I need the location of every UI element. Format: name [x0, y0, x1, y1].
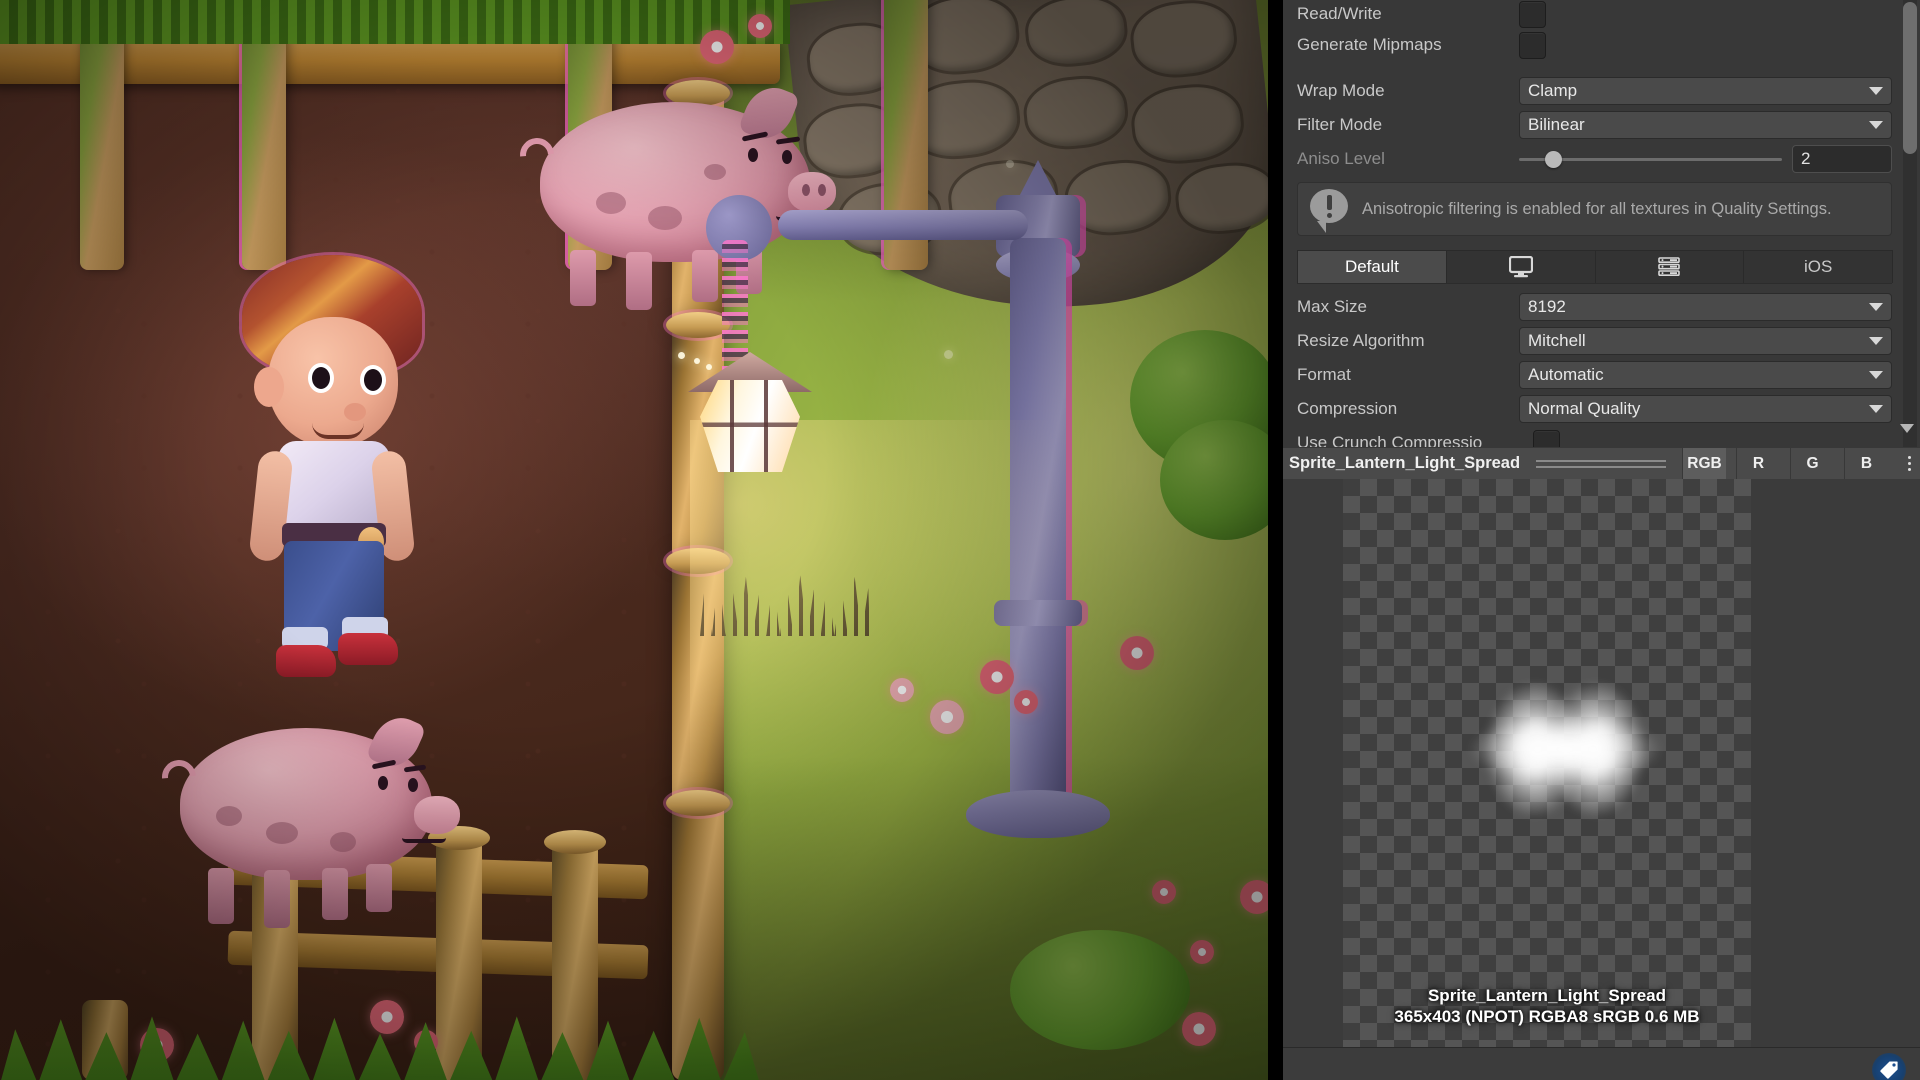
- dropdown-max-size-value: 8192: [1528, 297, 1566, 316]
- transparency-checkerboard: [1343, 479, 1751, 1047]
- row-generate-mipmaps[interactable]: Generate Mipmaps: [1283, 28, 1920, 62]
- android-icon: [1657, 256, 1681, 278]
- label-read-write: Read/Write: [1297, 4, 1382, 23]
- channel-b-button[interactable]: B: [1844, 448, 1888, 479]
- game-scene-view[interactable]: [0, 0, 1268, 1080]
- label-wrap-mode: Wrap Mode: [1297, 81, 1385, 100]
- tab-standalone[interactable]: [1445, 250, 1596, 283]
- row-max-size[interactable]: Max Size 8192: [1283, 290, 1920, 324]
- preview-title: Sprite_Lantern_Light_Spread: [1289, 454, 1521, 472]
- tab-default[interactable]: Default: [1297, 250, 1447, 283]
- preview-caption-info: 365x403 (NPOT) RGBA8 sRGB 0.6 MB: [1394, 1006, 1700, 1026]
- label-compression: Compression: [1297, 399, 1398, 418]
- label-max-size: Max Size: [1297, 297, 1367, 316]
- channel-rgb-button[interactable]: RGB: [1682, 448, 1726, 479]
- channel-g-button[interactable]: G: [1790, 448, 1834, 479]
- dropdown-compression[interactable]: Normal Quality: [1519, 395, 1892, 423]
- slider-handle[interactable]: [1545, 150, 1563, 168]
- label-resize-algorithm: Resize Algorithm: [1297, 331, 1425, 350]
- texture-preview-area[interactable]: Sprite_Lantern_Light_Spread 365x403 (NPO…: [1283, 479, 1920, 1047]
- chevron-down-icon: [1869, 303, 1883, 311]
- texture-import-inspector[interactable]: Read/Write Generate Mipmaps Wrap Mode Cl…: [1283, 0, 1920, 1080]
- slider-aniso-level[interactable]: [1519, 150, 1782, 168]
- dropdown-resize-algorithm[interactable]: Mitchell: [1519, 327, 1892, 355]
- dropdown-wrap-mode-value: Clamp: [1528, 81, 1578, 100]
- label-aniso-level: Aniso Level: [1297, 149, 1385, 168]
- checkbox-generate-mipmaps[interactable]: [1519, 31, 1546, 59]
- preview-caption-name: Sprite_Lantern_Light_Spread: [1427, 985, 1667, 1005]
- inspector-scrollbar-thumb[interactable]: [1903, 2, 1917, 154]
- row-wrap-mode[interactable]: Wrap Mode Clamp: [1283, 74, 1920, 108]
- chevron-down-icon: [1869, 87, 1883, 95]
- scene-vignette: [0, 0, 1268, 1080]
- label-filter-mode: Filter Mode: [1297, 115, 1383, 134]
- info-help-box: Anisotropic filtering is enabled for all…: [1297, 182, 1892, 236]
- preview-header[interactable]: Sprite_Lantern_Light_Spread RGB R G B: [1283, 448, 1920, 479]
- platform-tab-bar[interactable]: Default iOS: [1297, 250, 1893, 284]
- tab-ios[interactable]: iOS: [1743, 250, 1893, 283]
- checkbox-use-crunch-compression[interactable]: [1533, 429, 1560, 447]
- row-compression[interactable]: Compression Normal Quality: [1283, 392, 1920, 426]
- dropdown-filter-mode[interactable]: Bilinear: [1519, 111, 1892, 139]
- dropdown-format[interactable]: Automatic: [1519, 361, 1892, 389]
- row-aniso-level[interactable]: Aniso Level 2: [1283, 142, 1920, 176]
- dropdown-max-size[interactable]: 8192: [1519, 293, 1892, 321]
- status-bar: [1283, 1047, 1920, 1080]
- label-generate-mipmaps: Generate Mipmaps: [1297, 35, 1442, 54]
- row-format[interactable]: Format Automatic: [1283, 358, 1920, 392]
- chevron-down-icon: [1869, 337, 1883, 345]
- checkbox-read-write[interactable]: [1519, 0, 1546, 28]
- row-use-crunch-compression[interactable]: Use Crunch Compressio: [1283, 426, 1920, 447]
- chevron-down-icon: [1869, 371, 1883, 379]
- scroll-down-caret-icon[interactable]: [1900, 424, 1914, 433]
- app-window: Read/Write Generate Mipmaps Wrap Mode Cl…: [0, 0, 1920, 1080]
- preview-divider: [1536, 459, 1666, 468]
- tab-default-label: Default: [1344, 257, 1399, 276]
- dropdown-filter-mode-value: Bilinear: [1528, 115, 1585, 134]
- tab-android[interactable]: [1594, 250, 1745, 283]
- label-use-crunch-compression: Use Crunch Compressio: [1297, 433, 1483, 447]
- dropdown-format-value: Automatic: [1528, 365, 1604, 384]
- dropdown-compression-value: Normal Quality: [1528, 399, 1641, 418]
- kebab-menu-icon[interactable]: [1898, 448, 1920, 479]
- row-filter-mode[interactable]: Filter Mode Bilinear: [1283, 108, 1920, 142]
- dropdown-wrap-mode[interactable]: Clamp: [1519, 77, 1892, 105]
- inspector-scroll-area[interactable]: Read/Write Generate Mipmaps Wrap Mode Cl…: [1283, 0, 1920, 447]
- field-aniso-level[interactable]: 2: [1792, 145, 1892, 173]
- monitor-icon: [1508, 256, 1533, 278]
- tab-ios-label: iOS: [1803, 257, 1833, 276]
- chevron-down-icon: [1869, 405, 1883, 413]
- tag-icon[interactable]: [1872, 1053, 1906, 1080]
- row-read-write[interactable]: Read/Write: [1283, 0, 1920, 28]
- dropdown-resize-algorithm-value: Mitchell: [1528, 331, 1586, 350]
- row-resize-algorithm[interactable]: Resize Algorithm Mitchell: [1283, 324, 1920, 358]
- preview-caption: Sprite_Lantern_Light_Spread 365x403 (NPO…: [1343, 985, 1751, 1028]
- info-icon: [1310, 189, 1350, 233]
- chevron-down-icon: [1869, 121, 1883, 129]
- info-help-text: Anisotropic filtering is enabled for all…: [1362, 199, 1832, 218]
- label-format: Format: [1297, 365, 1351, 384]
- channel-r-button[interactable]: R: [1736, 448, 1780, 479]
